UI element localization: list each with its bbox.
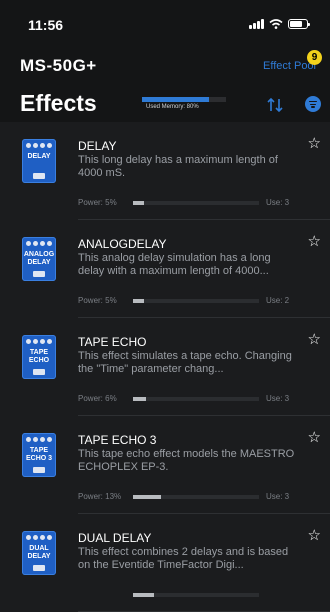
thumbnail-label: ANALOG DELAY xyxy=(23,251,55,266)
footswitch-icon xyxy=(33,467,45,473)
effect-row[interactable]: DELAY DELAY This long delay has a maximu… xyxy=(0,122,330,220)
knob-icons xyxy=(26,143,52,148)
power-label: Power: 5% xyxy=(78,198,117,207)
status-icons xyxy=(249,18,310,29)
top-header: 11:56 MS-50G+ Effect Pool 9 Effects Used… xyxy=(0,0,330,122)
star-icon[interactable]: ☆ xyxy=(308,134,321,152)
use-label: Use: 3 xyxy=(266,492,290,501)
power-label: Power: 5% xyxy=(78,296,117,305)
memory-label: Used Memory: 80% xyxy=(146,104,199,110)
effect-thumbnail: ANALOG DELAY xyxy=(22,237,56,281)
effect-description: This analog delay simulation has a long … xyxy=(78,252,271,277)
effect-name: TAPE ECHO xyxy=(78,335,147,349)
effect-description: This long delay has a maximum length of … xyxy=(78,154,278,179)
power-bar-fill xyxy=(133,201,144,205)
status-bar: 11:56 xyxy=(0,15,330,35)
wifi-icon xyxy=(269,18,283,29)
sort-icon[interactable] xyxy=(266,97,284,113)
knob-icons xyxy=(26,535,52,540)
power-label: Power: 6% xyxy=(78,394,117,403)
power-bar-fill xyxy=(133,593,155,597)
status-time: 11:56 xyxy=(28,17,64,33)
use-label: Use: 3 xyxy=(266,198,290,207)
effect-row[interactable]: ANALOG DELAY ANALOGDELAY This analog del… xyxy=(0,220,330,318)
knob-icons xyxy=(26,241,52,246)
effect-description: This tape echo effect models the MAESTRO… xyxy=(78,448,295,473)
signal-icon xyxy=(249,18,264,29)
knob-icons xyxy=(26,339,52,344)
footswitch-icon xyxy=(33,565,45,571)
power-bar-fill xyxy=(133,299,144,303)
thumbnail-label: TAPE ECHO 3 xyxy=(25,447,53,462)
use-label: Use: 3 xyxy=(266,394,290,403)
device-name: MS-50G+ xyxy=(20,56,97,75)
memory-bar-fill xyxy=(142,97,210,102)
effect-pool-badge: 9 xyxy=(307,50,322,65)
power-bar xyxy=(133,299,259,303)
battery-icon xyxy=(288,18,310,29)
effect-thumbnail: DELAY xyxy=(22,139,56,183)
power-bar xyxy=(133,397,259,401)
filter-icon[interactable] xyxy=(305,96,321,112)
power-bar-fill xyxy=(133,397,146,401)
effect-name: DUAL DELAY xyxy=(78,531,152,545)
effect-row[interactable]: TAPE ECHO 3 TAPE ECHO 3 This tape echo e… xyxy=(0,416,330,514)
memory-usage: Used Memory: 80% xyxy=(142,97,226,110)
power-bar xyxy=(133,593,259,597)
knob-icons xyxy=(26,437,52,442)
power-bar xyxy=(133,201,259,205)
power-bar xyxy=(133,495,259,499)
page-title: Effects xyxy=(20,90,97,116)
memory-bar xyxy=(142,97,226,102)
footswitch-icon xyxy=(33,271,45,277)
power-label: Power: 13% xyxy=(78,492,122,501)
footswitch-icon xyxy=(33,369,45,375)
effect-thumbnail: TAPE ECHO 3 xyxy=(22,433,56,477)
effect-row[interactable]: DUAL DELAY DUAL DELAY This effect combin… xyxy=(0,514,330,612)
power-bar-fill xyxy=(133,495,161,499)
effect-name: DELAY xyxy=(78,139,117,153)
footswitch-icon xyxy=(33,173,45,179)
effect-thumbnail: TAPE ECHO xyxy=(22,335,56,379)
thumbnail-label: TAPE ECHO xyxy=(28,349,50,364)
effect-row[interactable]: TAPE ECHO TAPE ECHO This effect simulate… xyxy=(0,318,330,416)
effect-description: This effect combines 2 delays and is bas… xyxy=(78,546,289,571)
star-icon[interactable]: ☆ xyxy=(308,526,321,544)
star-icon[interactable]: ☆ xyxy=(308,232,321,250)
star-icon[interactable]: ☆ xyxy=(308,428,321,446)
effect-name: TAPE ECHO 3 xyxy=(78,433,157,447)
star-icon[interactable]: ☆ xyxy=(308,330,321,348)
effect-description: This effect simulates a tape echo. Chang… xyxy=(78,350,292,375)
effect-thumbnail: DUAL DELAY xyxy=(22,531,56,575)
thumbnail-label: DELAY xyxy=(27,153,51,160)
thumbnail-label: DUAL DELAY xyxy=(27,545,51,560)
effect-name: ANALOGDELAY xyxy=(78,237,167,251)
use-label: Use: 2 xyxy=(266,296,290,305)
